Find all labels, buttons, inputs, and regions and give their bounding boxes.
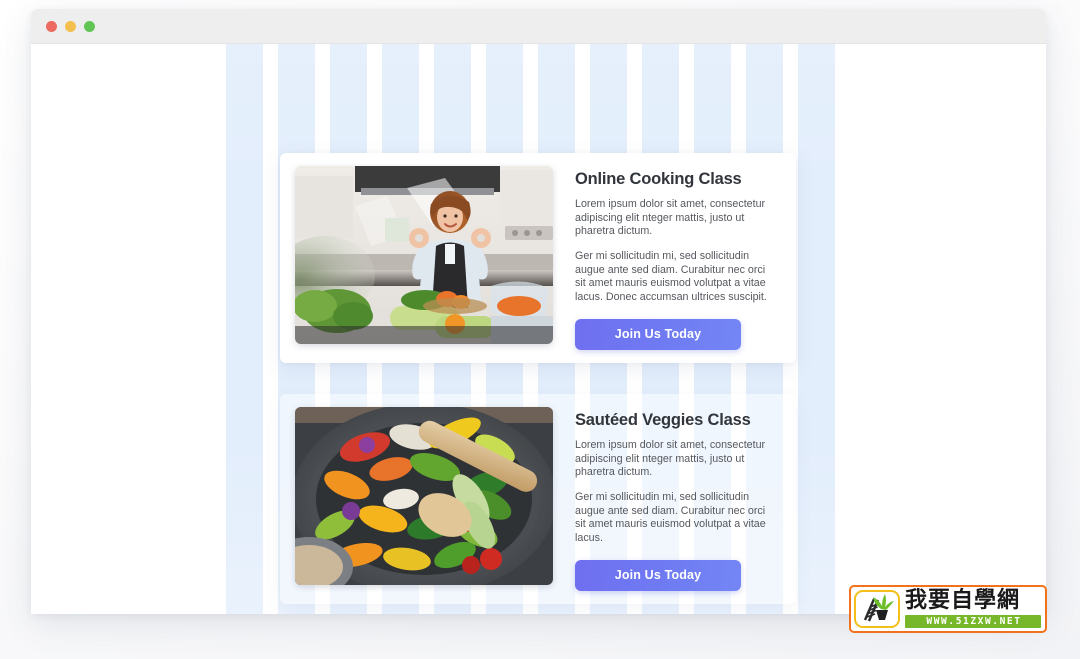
class-card-paragraph: Ger mi sollicitudin mi, sed sollicitudin… [575,490,766,544]
class-card-title: Sautéed Veggies Class [575,410,751,429]
desktop-backdrop: Online Cooking Class Lorem ipsum dolor s… [0,0,1080,659]
browser-titlebar [31,9,1046,44]
maximize-window-button[interactable] [84,20,95,32]
watermark-text-block: 我要自學網 WWW.51ZXW.NET [903,587,1045,631]
page-viewport: Online Cooking Class Lorem ipsum dolor s… [31,44,1046,614]
close-window-button[interactable] [46,20,57,32]
watermark-logo: 我要自學網 WWW.51ZXW.NET [849,585,1047,633]
class-card-paragraph: Lorem ipsum dolor sit amet, consectetur … [575,438,766,479]
class-card-paragraph: Ger mi sollicitudin mi, sed sollicitudin… [575,250,767,304]
class-card-body: Sautéed Veggies Class Lorem ipsum dolor … [575,407,776,591]
cooking-class-photo [295,166,553,344]
class-card-list: Online Cooking Class Lorem ipsum dolor s… [280,153,796,604]
watermark-brand: 我要自學網 [905,587,1021,613]
watermark-url: WWW.51ZXW.NET [905,614,1041,628]
join-us-today-button[interactable]: Join Us Today [575,318,741,350]
class-card-title: Online Cooking Class [575,170,742,188]
minimize-window-button[interactable] [65,20,76,32]
class-card[interactable]: Online Cooking Class Lorem ipsum dolor s… [280,153,796,363]
class-card-paragraph: Lorem ipsum dolor sit amet, consectetur … [575,198,766,238]
watermark-plant-icon [854,590,900,628]
sauteed-veggies-photo [295,406,553,585]
class-card[interactable]: Sautéed Veggies Class Lorem ipsum dolor … [280,393,796,604]
browser-window: Online Cooking Class Lorem ipsum dolor s… [31,9,1046,614]
class-card-body: Online Cooking Class Lorem ipsum dolor s… [575,166,776,350]
join-us-today-button[interactable]: Join Us Today [575,559,741,591]
